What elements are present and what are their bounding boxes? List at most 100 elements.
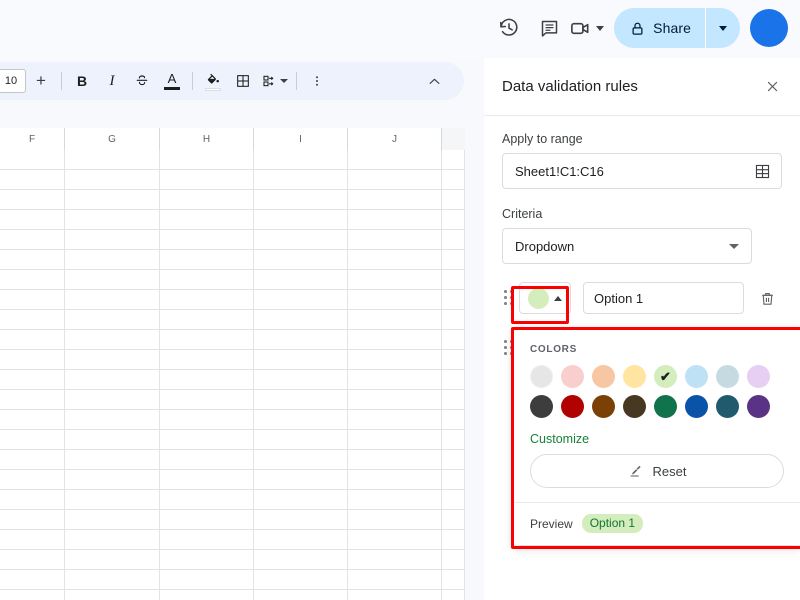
grid-cell[interactable]: [160, 330, 254, 350]
swatch-dark-teal[interactable]: [716, 395, 739, 418]
grid-cell[interactable]: [348, 450, 442, 470]
grid-cell[interactable]: [348, 510, 442, 530]
grid-cell[interactable]: [160, 290, 254, 310]
grid-cell[interactable]: [65, 310, 160, 330]
grid-row[interactable]: [0, 470, 465, 490]
grid-row[interactable]: [0, 430, 465, 450]
grid-cell[interactable]: [65, 150, 160, 170]
grid-cell[interactable]: [0, 550, 65, 570]
grid-cell[interactable]: [160, 350, 254, 370]
grid-cell[interactable]: [254, 390, 348, 410]
customize-link[interactable]: Customize: [530, 432, 784, 446]
grid-cell[interactable]: [442, 590, 465, 600]
grid-row[interactable]: [0, 270, 465, 290]
grid-cell[interactable]: [442, 450, 465, 470]
grid-row[interactable]: [0, 570, 465, 590]
grid-cell[interactable]: [442, 470, 465, 490]
grid-cell[interactable]: [254, 230, 348, 250]
option-value-input[interactable]: Option 1: [583, 282, 744, 314]
grid-cell[interactable]: [254, 370, 348, 390]
grid-row[interactable]: [0, 490, 465, 510]
grid-cell[interactable]: [160, 530, 254, 550]
column-header-g[interactable]: G: [65, 128, 160, 150]
grid-cell[interactable]: [160, 370, 254, 390]
column-header-partial[interactable]: [442, 128, 465, 150]
grid-cell[interactable]: [254, 410, 348, 430]
grid-row[interactable]: [0, 330, 465, 350]
grid-cell[interactable]: [65, 270, 160, 290]
swatch-dark-purple[interactable]: [747, 395, 770, 418]
grid-row[interactable]: [0, 190, 465, 210]
grid-cell[interactable]: [348, 570, 442, 590]
grid-cell[interactable]: [254, 550, 348, 570]
increase-font-size-button[interactable]: +: [27, 67, 55, 95]
grid-cell[interactable]: [65, 170, 160, 190]
grid-cell[interactable]: [0, 490, 65, 510]
grid-row[interactable]: [0, 290, 465, 310]
swatch-dark-red[interactable]: [561, 395, 584, 418]
grid-row[interactable]: [0, 310, 465, 330]
grid-cell[interactable]: [160, 310, 254, 330]
grid-cell[interactable]: [254, 310, 348, 330]
grid-cell[interactable]: [254, 190, 348, 210]
grid-cell[interactable]: [442, 170, 465, 190]
grid-cell[interactable]: [160, 550, 254, 570]
column-header-f[interactable]: F: [0, 128, 65, 150]
grid-row[interactable]: [0, 370, 465, 390]
borders-icon[interactable]: [229, 67, 257, 95]
grid-cell[interactable]: [0, 370, 65, 390]
grid-cell[interactable]: [160, 410, 254, 430]
grid-cell[interactable]: [254, 590, 348, 600]
grid-cell[interactable]: [442, 250, 465, 270]
grid-cell[interactable]: [348, 150, 442, 170]
grid-cell[interactable]: [442, 510, 465, 530]
grid-cell[interactable]: [160, 390, 254, 410]
grid-cell[interactable]: [254, 270, 348, 290]
grid-row[interactable]: [0, 210, 465, 230]
grid-cell[interactable]: [442, 570, 465, 590]
grid-row[interactable]: [0, 230, 465, 250]
grid-cell[interactable]: [348, 470, 442, 490]
grid-cell[interactable]: [65, 550, 160, 570]
swatch-light-blue[interactable]: [685, 365, 708, 388]
grid-row[interactable]: [0, 170, 465, 190]
grid-cell[interactable]: [160, 170, 254, 190]
grid-cell[interactable]: [160, 190, 254, 210]
grid-cell[interactable]: [442, 150, 465, 170]
grid-cell[interactable]: [65, 470, 160, 490]
grid-cell[interactable]: [65, 430, 160, 450]
grid-cell[interactable]: [0, 210, 65, 230]
grid-cell[interactable]: [160, 430, 254, 450]
grid-cell[interactable]: [65, 410, 160, 430]
grid-cell[interactable]: [254, 350, 348, 370]
grid-cell[interactable]: [348, 230, 442, 250]
grid-cell[interactable]: [254, 330, 348, 350]
grid-cell[interactable]: [65, 510, 160, 530]
grid-cell[interactable]: [442, 390, 465, 410]
grid-cell[interactable]: [65, 250, 160, 270]
grid-cell[interactable]: [348, 190, 442, 210]
grid-cell[interactable]: [160, 270, 254, 290]
grid-cell[interactable]: [348, 590, 442, 600]
grid-cell[interactable]: [0, 470, 65, 490]
grid-cell[interactable]: [442, 370, 465, 390]
grid-cell[interactable]: [0, 450, 65, 470]
grid-cell[interactable]: [0, 430, 65, 450]
grid-cell[interactable]: [65, 190, 160, 210]
grid-cell[interactable]: [348, 350, 442, 370]
grid-cell[interactable]: [160, 230, 254, 250]
grid-cell[interactable]: [348, 210, 442, 230]
grid-cell[interactable]: [254, 570, 348, 590]
meet-camera-icon[interactable]: [569, 8, 606, 48]
grid-cell[interactable]: [254, 530, 348, 550]
column-header-h[interactable]: H: [160, 128, 254, 150]
grid-row[interactable]: [0, 590, 465, 600]
grid-cell[interactable]: [442, 310, 465, 330]
grid-cell[interactable]: [348, 290, 442, 310]
grid-cell[interactable]: [0, 190, 65, 210]
grid-cell[interactable]: [254, 290, 348, 310]
grid-cell[interactable]: [65, 290, 160, 310]
grid-cell[interactable]: [160, 470, 254, 490]
grid-cell[interactable]: [254, 450, 348, 470]
criteria-select[interactable]: Dropdown: [502, 228, 752, 264]
